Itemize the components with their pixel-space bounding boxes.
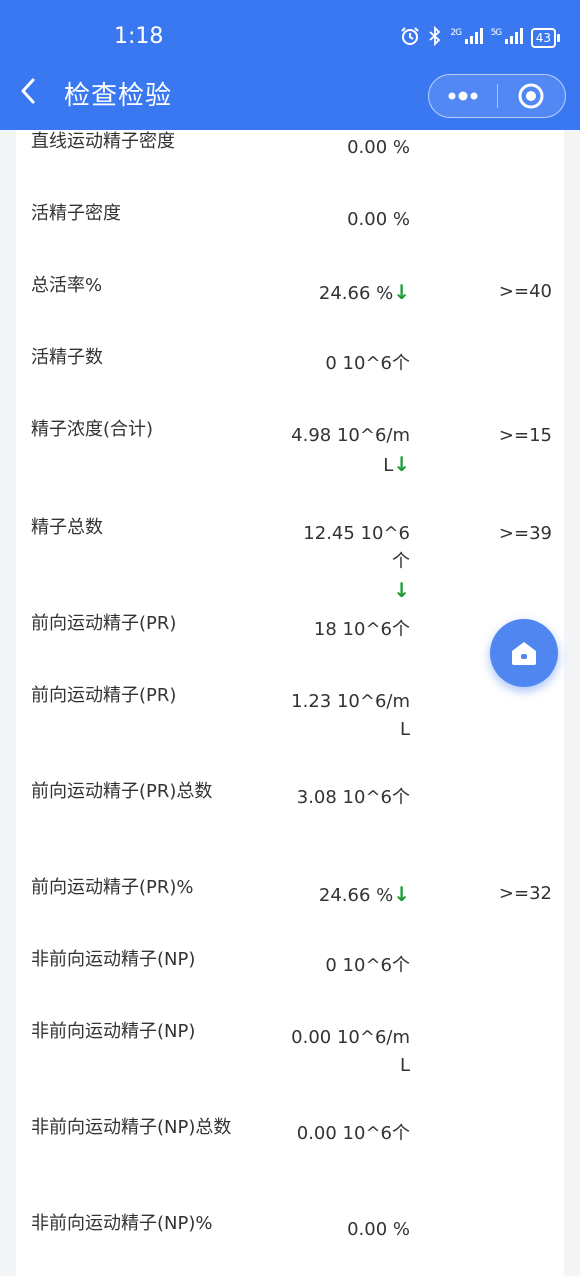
value-text: 0.00 % — [347, 209, 410, 230]
battery-level: 43 — [535, 31, 551, 45]
reference-range: >=40 — [498, 281, 552, 302]
item-value: 24.66 %↓ — [286, 278, 410, 308]
item-name: 精子总数 — [31, 517, 103, 538]
value-text: 4.98 10^6/m — [291, 425, 410, 446]
item-name: 前向运动精子(PR) — [31, 685, 177, 706]
down-arrow-icon: ↓ — [393, 882, 410, 906]
close-button[interactable] — [498, 74, 566, 118]
item-value: 1.23 10^6/m L — [286, 688, 410, 744]
reference-range: >=15 — [498, 425, 552, 446]
status-bar: 1:18 2G 5G 43 — [0, 0, 580, 72]
item-value: 0.00 % — [286, 206, 410, 234]
target-circle-icon — [518, 83, 544, 109]
value-text: 3.08 10^6个 — [296, 787, 410, 808]
network-label-1: 2G — [450, 28, 462, 38]
value-text: 0 10^6个 — [325, 353, 410, 374]
item-value: 0 10^6个 — [286, 350, 410, 378]
item-value: 0.00 10^6个 — [286, 1120, 410, 1148]
item-name: 非前向运动精子(NP)总数 — [31, 1117, 232, 1138]
back-button[interactable] — [18, 76, 38, 116]
item-value: 18 10^6个 — [286, 616, 410, 644]
results-card: 直线运动精子密度 0.00 % 活精子密度 0.00 % 总活率% 24.66 … — [16, 130, 564, 1276]
more-dots-icon — [448, 91, 478, 101]
item-name: 精子浓度(合计) — [31, 419, 154, 440]
value-text-wrap: L — [383, 455, 394, 476]
page-title: 检查检验 — [64, 81, 173, 111]
item-name: 活精子密度 — [31, 203, 121, 224]
down-arrow-icon: ↓ — [393, 280, 410, 304]
item-value: 12.45 10^6个 ↓ — [286, 520, 410, 606]
item-name: 前向运动精子(PR)% — [31, 877, 194, 898]
item-value: 0.00 % — [286, 1216, 410, 1244]
battery-icon: 43 — [530, 28, 561, 48]
item-name: 非前向运动精子(NP) — [31, 949, 196, 970]
alarm-icon — [400, 26, 420, 50]
app-header: 1:18 2G 5G 43 检查检验 — [0, 0, 580, 130]
chevron-left-icon — [21, 78, 35, 104]
value-text-wrap: L — [399, 719, 410, 740]
item-name: 前向运动精子(PR)总数 — [31, 781, 213, 802]
value-text: 0.00 % — [347, 1219, 410, 1240]
value-text: 0.00 10^6/m — [291, 1027, 410, 1048]
item-value: 4.98 10^6/m L↓ — [286, 422, 410, 480]
item-value: 3.08 10^6个 — [286, 784, 410, 812]
item-name: 总活率% — [31, 275, 103, 296]
reference-range: >=32 — [498, 883, 552, 904]
value-text: 18 10^6个 — [313, 619, 410, 640]
signal-5g-icon: 5G — [491, 28, 523, 48]
status-time: 1:18 — [114, 24, 164, 49]
nav-bar: 检查检验 — [0, 72, 580, 130]
item-value: 0 10^6个 — [286, 952, 410, 980]
item-value: 0.00 10^6/m L — [286, 1024, 410, 1080]
mini-program-capsule — [428, 74, 566, 118]
status-icons: 2G 5G 43 — [400, 25, 561, 50]
value-text: 1.23 10^6/m — [291, 691, 410, 712]
item-name: 前向运动精子(PR) — [31, 613, 177, 634]
network-label-2: 5G — [490, 28, 503, 38]
value-text: 24.66 % — [318, 283, 394, 304]
home-icon — [512, 642, 536, 665]
more-button[interactable] — [429, 74, 497, 118]
item-name: 非前向运动精子(NP) — [31, 1021, 196, 1042]
value-text-wrap: L — [399, 1055, 410, 1076]
value-text: 12.45 10^6个 — [303, 523, 410, 572]
value-text: 24.66 % — [318, 885, 394, 906]
down-arrow-icon: ↓ — [393, 578, 410, 602]
item-name: 活精子数 — [31, 347, 103, 368]
down-arrow-icon: ↓ — [393, 452, 410, 476]
item-name: 非前向运动精子(NP)% — [31, 1213, 213, 1234]
bluetooth-icon — [428, 25, 442, 50]
item-name: 直线运动精子密度 — [31, 131, 175, 152]
value-text: 0 10^6个 — [325, 955, 410, 976]
signal-2g-icon: 2G — [450, 28, 483, 48]
value-text: 0.00 10^6个 — [296, 1123, 410, 1144]
item-value: 0.00 % — [286, 134, 410, 162]
home-button[interactable] — [490, 619, 558, 687]
item-value: 24.66 %↓ — [286, 880, 410, 910]
value-text: 0.00 % — [347, 137, 410, 158]
reference-range: >=39 — [498, 523, 552, 544]
